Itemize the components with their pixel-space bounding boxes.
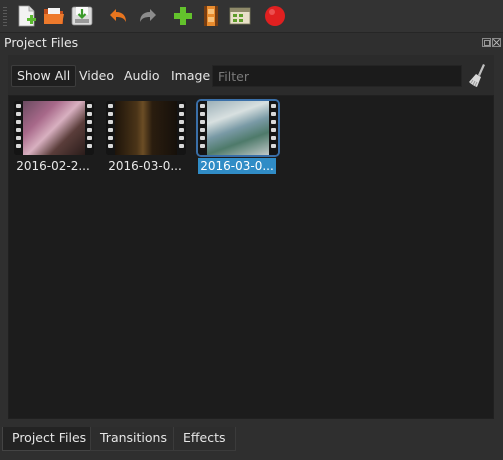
export-video-icon [265, 6, 285, 26]
undo-icon [110, 9, 126, 22]
fullscreen-button[interactable] [228, 4, 252, 28]
fullscreen-icon [229, 7, 251, 25]
toolbar-grip-handle[interactable] [3, 7, 7, 26]
broom-icon [469, 64, 485, 87]
clear-filter-button[interactable] [467, 63, 489, 89]
float-panel-icon[interactable] [482, 38, 491, 47]
file-item-selected[interactable]: 2016-03-0... [193, 101, 281, 181]
filter-row: Show All Video Audio Image [8, 55, 494, 95]
save-project-icon [71, 6, 93, 26]
film-strip-icon [269, 101, 278, 155]
tab-effects[interactable]: Effects [173, 427, 236, 451]
save-project-button[interactable] [70, 4, 94, 28]
undo-button[interactable] [107, 4, 131, 28]
file-label: 2016-03-0... [198, 158, 276, 174]
tab-transitions[interactable]: Transitions [90, 427, 177, 451]
redo-button[interactable] [135, 4, 159, 28]
video-thumbnail [198, 101, 278, 155]
filter-image-button[interactable]: Image [166, 65, 215, 87]
files-list[interactable]: 2016-02-2... 2016-03-0... 2016-03-0... [8, 95, 494, 419]
choose-profile-button[interactable] [199, 4, 223, 28]
film-strip-icon [198, 101, 207, 155]
file-label: 2016-03-0... [108, 159, 182, 173]
redo-icon [140, 9, 156, 22]
bottom-tab-bar: Project Files Transitions Effects [0, 427, 503, 460]
filter-input[interactable] [212, 65, 462, 87]
filter-audio-button[interactable]: Audio [119, 65, 165, 87]
new-project-icon [18, 5, 36, 27]
project-files-panel: Show All Video Audio Image 2016-02-2... [8, 55, 494, 419]
file-item[interactable]: 2016-03-0... [101, 101, 189, 181]
film-strip-icon [85, 101, 94, 155]
main-toolbar [0, 0, 503, 33]
choose-profile-icon [204, 6, 218, 26]
open-project-icon [44, 8, 64, 24]
import-files-button[interactable] [171, 4, 195, 28]
import-files-icon [174, 7, 192, 25]
open-project-button[interactable] [42, 4, 66, 28]
close-panel-icon[interactable] [492, 38, 501, 47]
new-project-button[interactable] [14, 4, 38, 28]
film-strip-icon [177, 101, 186, 155]
video-thumbnail [106, 101, 186, 155]
film-strip-icon [106, 101, 115, 155]
file-item[interactable]: 2016-02-2... [9, 101, 97, 181]
film-strip-icon [14, 101, 23, 155]
filter-video-button[interactable]: Video [74, 65, 119, 87]
export-video-button[interactable] [263, 4, 287, 28]
filter-show-all-button[interactable]: Show All [11, 65, 77, 87]
panel-title: Project Files [4, 35, 79, 50]
tab-project-files[interactable]: Project Files [2, 427, 97, 451]
file-label: 2016-02-2... [16, 159, 90, 173]
video-thumbnail [14, 101, 94, 155]
